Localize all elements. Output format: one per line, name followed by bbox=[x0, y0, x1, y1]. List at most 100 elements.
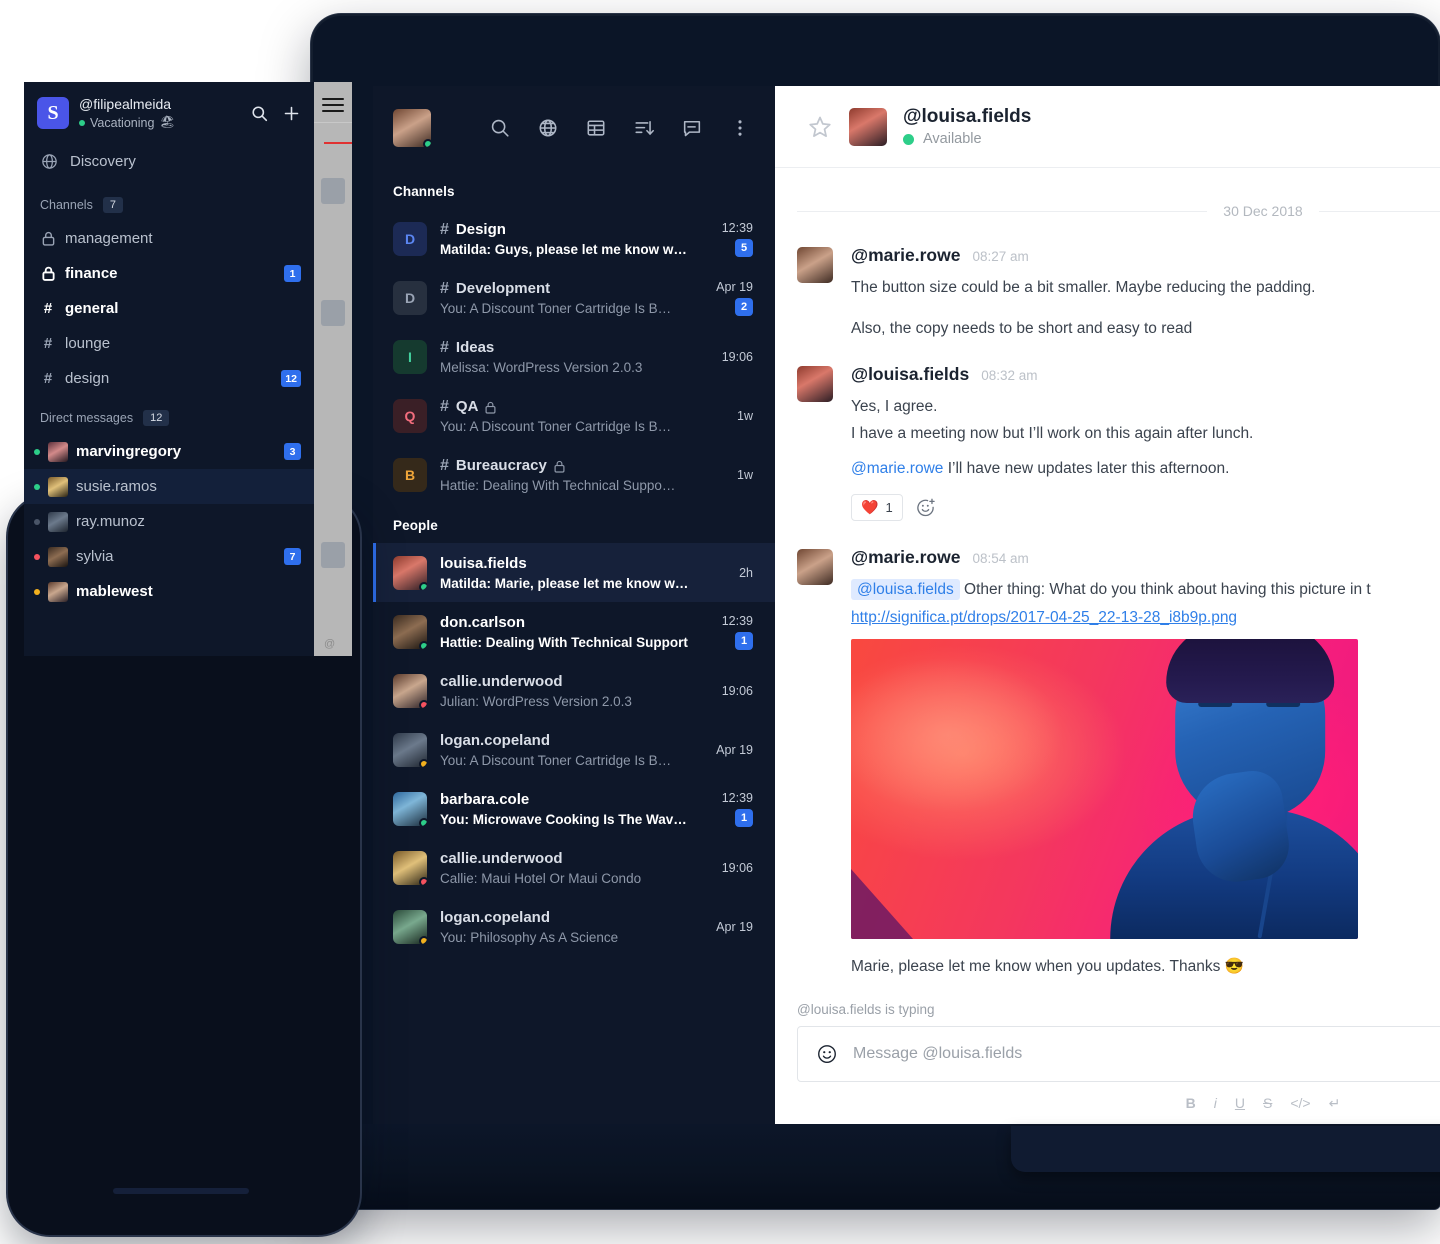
avatar bbox=[321, 542, 345, 568]
phone-channel-name: lounge bbox=[65, 335, 111, 352]
phone-dm-susie-ramos[interactable]: susie.ramos bbox=[24, 469, 314, 504]
avatar bbox=[393, 555, 427, 590]
channel-row-bureaucracy[interactable]: B # Bureaucracy Hattie: Dealing With Tech… bbox=[373, 445, 775, 504]
message-text-rest: Other thing: What do you think about hav… bbox=[964, 581, 1371, 598]
format-toolbar: B i U S </> ↵ bbox=[775, 1082, 1440, 1124]
channel-row-qa[interactable]: Q # QA You: A Discount Toner Cartridge Is… bbox=[373, 386, 775, 445]
phone-dm-mablewest[interactable]: mablewest bbox=[24, 574, 314, 609]
channel-time: 12:39 bbox=[721, 220, 753, 235]
phone-username: @filipealmeida bbox=[79, 96, 172, 112]
channel-time: 19:06 bbox=[721, 349, 753, 364]
add-reaction-icon[interactable] bbox=[915, 497, 936, 518]
avatar bbox=[48, 546, 68, 567]
hash-icon: # bbox=[440, 338, 449, 356]
people-row-barbara-cole[interactable]: barbara.cole You: Microwave Cooking Is T… bbox=[373, 779, 775, 838]
phone-channel-management[interactable]: management bbox=[24, 221, 314, 256]
new-message-icon[interactable] bbox=[681, 117, 703, 139]
phone-channels-count: 7 bbox=[102, 197, 123, 213]
workspace-logo[interactable]: S bbox=[37, 97, 69, 129]
attachment-link[interactable]: http://significa.pt/drops/2017-04-25_22-… bbox=[851, 603, 1237, 633]
current-user-avatar[interactable] bbox=[393, 109, 431, 147]
channel-row-development[interactable]: D # Development You: A Discount Toner Car… bbox=[373, 268, 775, 327]
globe-icon bbox=[40, 152, 59, 171]
people-row-logan-copeland-1[interactable]: logan.copeland You: A Discount Toner Car… bbox=[373, 720, 775, 779]
underline-button[interactable]: U bbox=[1235, 1095, 1245, 1111]
people-row-don-carlson[interactable]: don.carlson Hattie: Dealing With Technic… bbox=[373, 602, 775, 661]
phone-background-panel[interactable]: @ bbox=[314, 82, 352, 656]
kebab-menu-icon[interactable] bbox=[729, 117, 751, 139]
bold-button[interactable]: B bbox=[1186, 1095, 1196, 1111]
hash-icon: # bbox=[43, 300, 53, 317]
plus-icon[interactable] bbox=[282, 104, 301, 123]
message-item: @marie.rowe 08:27 am The button size cou… bbox=[797, 245, 1440, 342]
person-preview: Callie: Maui Hotel Or Maui Condo bbox=[440, 870, 642, 886]
unread-badge: 1 bbox=[735, 808, 753, 827]
star-icon[interactable] bbox=[807, 114, 833, 140]
table-icon[interactable] bbox=[585, 117, 607, 139]
channel-time: Apr 19 bbox=[716, 279, 753, 294]
phone-channel-general[interactable]: # general bbox=[24, 291, 314, 326]
phone-channel-lounge[interactable]: # lounge bbox=[24, 326, 314, 361]
channel-row-design[interactable]: D # Design Matilda: Guys, please let me k… bbox=[373, 209, 775, 268]
people-row-callie-underwood-2[interactable]: callie.underwood Callie: Maui Hotel Or M… bbox=[373, 838, 775, 897]
sort-icon[interactable] bbox=[633, 117, 655, 139]
channel-name: Bureaucracy bbox=[455, 456, 547, 474]
mention-link[interactable]: @louisa.fields bbox=[851, 579, 960, 600]
message-input[interactable] bbox=[853, 1045, 1440, 1063]
people-row-louisa-fields[interactable]: louisa.fields Matilda: Marie, please let… bbox=[373, 543, 775, 602]
mention-link[interactable]: @marie.rowe bbox=[851, 460, 943, 477]
message-text-with-mention: @louisa.fields Other thing: What do you … bbox=[851, 576, 1440, 603]
attachment-image[interactable] bbox=[851, 639, 1358, 939]
sidebar-section-people-title: People bbox=[393, 518, 438, 533]
phone-discovery-item[interactable]: Discovery bbox=[24, 140, 314, 183]
strikethrough-button[interactable]: S bbox=[1263, 1095, 1272, 1111]
emoji-icon[interactable] bbox=[816, 1043, 838, 1065]
search-icon[interactable] bbox=[250, 104, 269, 123]
reaction-bar: ❤️ 1 bbox=[851, 494, 1440, 521]
channel-avatar: Q bbox=[393, 398, 427, 433]
phone-sidebar: S @filipealmeida Vacationing 🏖 Discovery… bbox=[24, 82, 314, 656]
phone-user-block[interactable]: @filipealmeida Vacationing 🏖 bbox=[79, 96, 240, 130]
person-preview: You: Microwave Cooking Is The Wav… bbox=[440, 811, 687, 827]
presence-dot-online bbox=[34, 448, 40, 455]
phone-dm-marvingregory[interactable]: marvingregory 3 bbox=[24, 434, 314, 469]
hamburger-menu-icon[interactable] bbox=[322, 98, 344, 112]
presence-dot-online bbox=[419, 581, 427, 590]
reaction-pill-heart[interactable]: ❤️ 1 bbox=[851, 494, 903, 521]
code-button[interactable]: </> bbox=[1290, 1095, 1310, 1111]
channel-preview: You: A Discount Toner Cartridge Is B… bbox=[440, 300, 672, 316]
mention-icon: @ bbox=[324, 638, 336, 650]
search-icon[interactable] bbox=[489, 117, 511, 139]
presence-dot-online bbox=[419, 817, 427, 826]
message-author: @marie.rowe bbox=[851, 245, 961, 265]
person-name: barbara.cole bbox=[440, 790, 530, 808]
avatar bbox=[48, 511, 68, 532]
italic-button[interactable]: i bbox=[1214, 1095, 1217, 1111]
channel-row-ideas[interactable]: I # Ideas Melissa: WordPress Version 2.0.… bbox=[373, 327, 775, 386]
conversation-avatar bbox=[849, 107, 887, 146]
presence-dot-online bbox=[419, 640, 427, 649]
phone-channel-finance[interactable]: finance 1 bbox=[24, 256, 314, 291]
hash-icon: # bbox=[440, 456, 449, 474]
phone-dm-name: ray.munoz bbox=[76, 513, 145, 530]
hash-icon: # bbox=[43, 335, 53, 352]
people-row-logan-copeland-2[interactable]: logan.copeland You: Philosophy As A Scie… bbox=[373, 897, 775, 956]
phone-dm-ray-munoz[interactable]: ray.munoz bbox=[24, 504, 314, 539]
avatar bbox=[797, 366, 833, 402]
channel-preview: Hattie: Dealing With Technical Suppo… bbox=[440, 477, 676, 493]
person-preview: You: Philosophy As A Science bbox=[440, 929, 619, 945]
globe-icon[interactable] bbox=[537, 117, 559, 139]
conversation-status: Available bbox=[903, 131, 1031, 147]
unread-badge: 5 bbox=[735, 238, 753, 257]
phone-dm-sylvia[interactable]: sylvia 7 bbox=[24, 539, 314, 574]
avatar bbox=[48, 476, 68, 497]
message-list: 30 Dec 2018 @marie.rowe 08:27 am The but… bbox=[775, 168, 1440, 1002]
newline-button[interactable]: ↵ bbox=[1329, 1095, 1341, 1112]
phone-channel-design[interactable]: # design 12 bbox=[24, 361, 314, 396]
message-composer[interactable] bbox=[797, 1026, 1440, 1082]
day-separator: 30 Dec 2018 bbox=[797, 203, 1440, 219]
people-row-callie-underwood-1[interactable]: callie.underwood Julian: WordPress Versi… bbox=[373, 661, 775, 720]
person-name: logan.copeland bbox=[440, 908, 551, 926]
unread-badge: 7 bbox=[284, 548, 301, 565]
lock-icon bbox=[554, 459, 565, 473]
